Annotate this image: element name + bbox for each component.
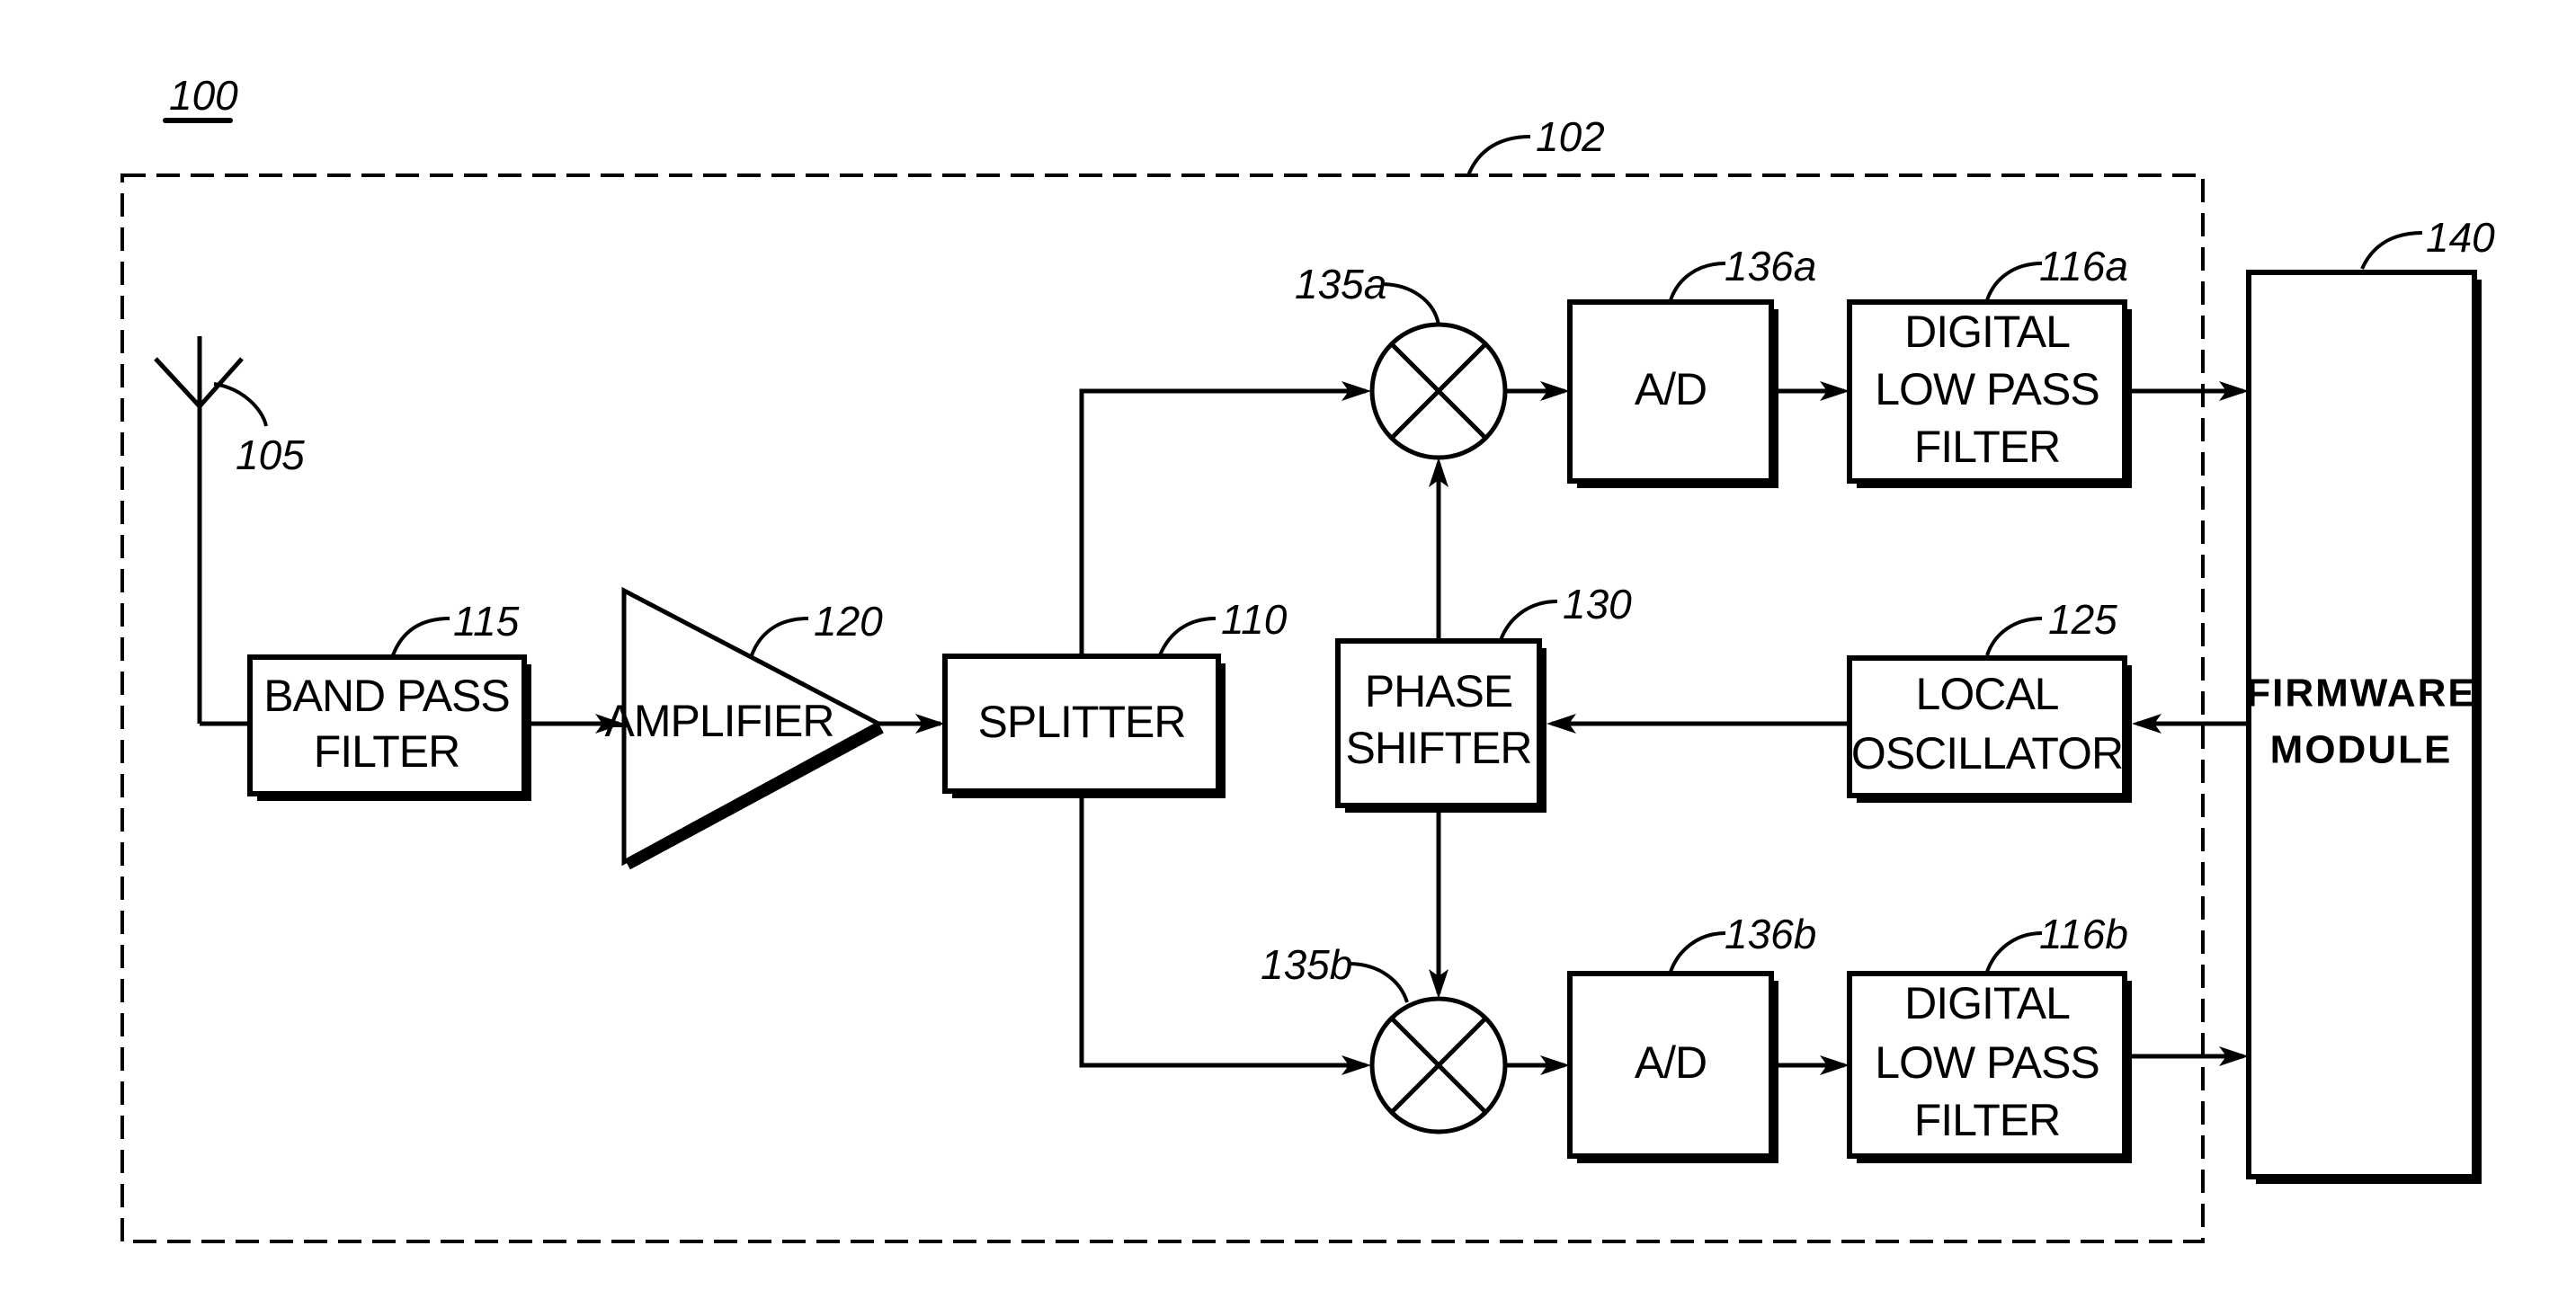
dlpf-a-ref: 116a	[2039, 243, 2128, 289]
wire-splitter-mixer-b	[1079, 798, 1366, 1068]
ad-converter-a-block: A/D	[1567, 299, 1778, 488]
digital-low-pass-filter-b-block: DIGITAL LOW PASS FILTER	[1847, 971, 2132, 1163]
ad-a-ref: 136a	[1725, 243, 1816, 289]
splitter-ref: 110	[1221, 596, 1288, 643]
dlpf-a-label-line1: DIGITAL	[1904, 307, 2070, 357]
splitter-label: SPLITTER	[978, 697, 1186, 747]
mixer-b-ref: 135b	[1261, 941, 1352, 988]
dlpf-b-label-line1: DIGITAL	[1904, 978, 2070, 1028]
dlpf-b-leader	[1985, 931, 2043, 973]
ad-converter-b-block: A/D	[1567, 971, 1778, 1163]
figure-number: 100	[169, 72, 238, 119]
phase-shifter-leader	[1499, 600, 1558, 641]
band-pass-filter-block: BAND PASS FILTER	[247, 654, 531, 801]
lo-leader	[1985, 617, 2043, 656]
splitter-block: SPLITTER	[942, 654, 1226, 798]
enclosure-ref: 102	[1536, 113, 1605, 160]
dlpf-b-ref: 116b	[2039, 911, 2128, 957]
amplifier-label: AMPLIFIER	[605, 696, 834, 746]
ad-b-leader	[1669, 931, 1726, 973]
splitter-leader	[1158, 617, 1217, 656]
antenna-icon	[154, 336, 244, 724]
ad-a-label: A/D	[1635, 364, 1707, 414]
dlpf-a-label-line3: FILTER	[1914, 422, 2061, 472]
firmware-module-block: FIRMWARE MODULE	[2246, 270, 2482, 1184]
digital-low-pass-filter-a-block: DIGITAL LOW PASS FILTER	[1847, 299, 2132, 488]
block-diagram: 100 102 105 BAND PASS FILTER 115 AMPLIFI…	[120, 72, 2495, 1243]
bpf-ref: 115	[453, 598, 520, 645]
firmware-label-line2: MODULE	[2270, 728, 2453, 772]
antenna-leader	[213, 382, 268, 427]
dlpf-b-label-line3: FILTER	[1914, 1095, 2061, 1145]
lo-label-line2: OSCILLATOR	[1851, 728, 2123, 778]
dlpf-b-label-line2: LOW PASS	[1875, 1037, 2099, 1088]
mixer-a-leader	[1380, 282, 1440, 325]
ad-b-ref: 136b	[1725, 911, 1816, 957]
amp-leader	[750, 617, 809, 656]
amp-ref: 120	[814, 598, 883, 645]
local-oscillator-block: LOCAL OSCILLATOR	[1847, 655, 2132, 803]
ad-a-leader	[1669, 262, 1726, 301]
lo-label-line1: LOCAL	[1916, 669, 2059, 719]
phase-shifter-block: PHASE SHIFTER	[1335, 638, 1546, 813]
phase-shifter-ref: 130	[1563, 581, 1632, 627]
mixer-a-icon	[1369, 322, 1508, 460]
firmware-leader	[2360, 231, 2423, 270]
enclosure-leader	[1466, 135, 1531, 176]
phase-shifter-label-line2: SHIFTER	[1346, 723, 1532, 773]
firmware-label-line1: FIRMWARE	[2246, 672, 2476, 716]
ad-b-label: A/D	[1635, 1037, 1707, 1088]
bpf-leader	[391, 617, 450, 656]
dlpf-a-leader	[1985, 262, 2043, 301]
bpf-label-line2: FILTER	[314, 726, 460, 777]
mixer-b-icon	[1369, 996, 1508, 1134]
antenna-ref: 105	[236, 431, 305, 478]
dlpf-a-label-line2: LOW PASS	[1875, 364, 2099, 414]
mixer-a-ref: 135a	[1295, 261, 1386, 307]
mixer-b-leader	[1348, 962, 1409, 1003]
bpf-label-line1: BAND PASS	[263, 671, 510, 721]
lo-ref: 125	[2048, 596, 2117, 643]
phase-shifter-label-line1: PHASE	[1365, 666, 1513, 716]
firmware-ref: 140	[2426, 214, 2495, 261]
